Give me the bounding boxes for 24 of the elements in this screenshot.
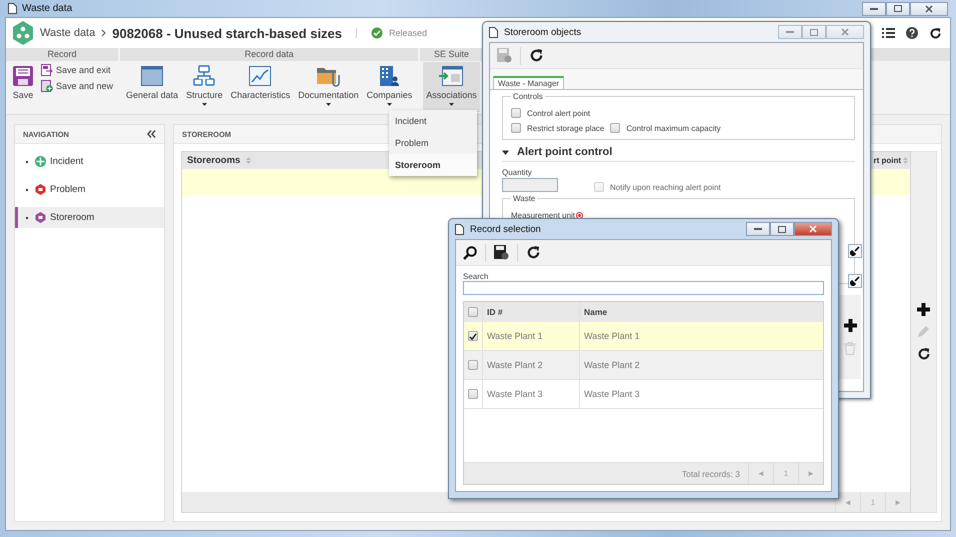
fieldset-title: Waste	[512, 194, 536, 203]
checkbox-label: Notify upon reaching alert point	[610, 182, 721, 192]
checkbox-label: Restrict storage place	[527, 124, 604, 132]
table-cell: Waste Plant 3	[483, 380, 580, 408]
field-label: Search	[463, 272, 490, 281]
window-title: Record selection	[470, 224, 541, 234]
fieldset-title: Controls	[512, 92, 544, 101]
group-title: Record data	[120, 48, 418, 61]
checkbox-label: Control maximum capacity	[626, 124, 721, 132]
table-cell: Waste Plant 2	[483, 351, 580, 379]
field-label: Quantity	[502, 168, 533, 177]
group-title: Record	[6, 48, 118, 61]
table-cell-text: Waste Plant 3	[583, 388, 641, 401]
status-label: Released	[389, 28, 428, 38]
checkbox-label: Control alert point	[527, 108, 590, 118]
field-label: Measurement unit	[511, 211, 576, 220]
table-cell-text: Waste Plant 1	[583, 330, 641, 343]
table-cell-text: Waste Plant 2	[583, 359, 641, 372]
table-cell: Waste Plant 1	[483, 322, 580, 350]
record-title: 9082068 - Unused starch-based sizes	[112, 26, 342, 40]
window-title: Waste data	[22, 3, 72, 14]
total-records-label: Total records: 3	[682, 468, 741, 480]
group-title: SE Suite	[420, 48, 483, 61]
window-title: Storeroom objects	[504, 26, 582, 38]
